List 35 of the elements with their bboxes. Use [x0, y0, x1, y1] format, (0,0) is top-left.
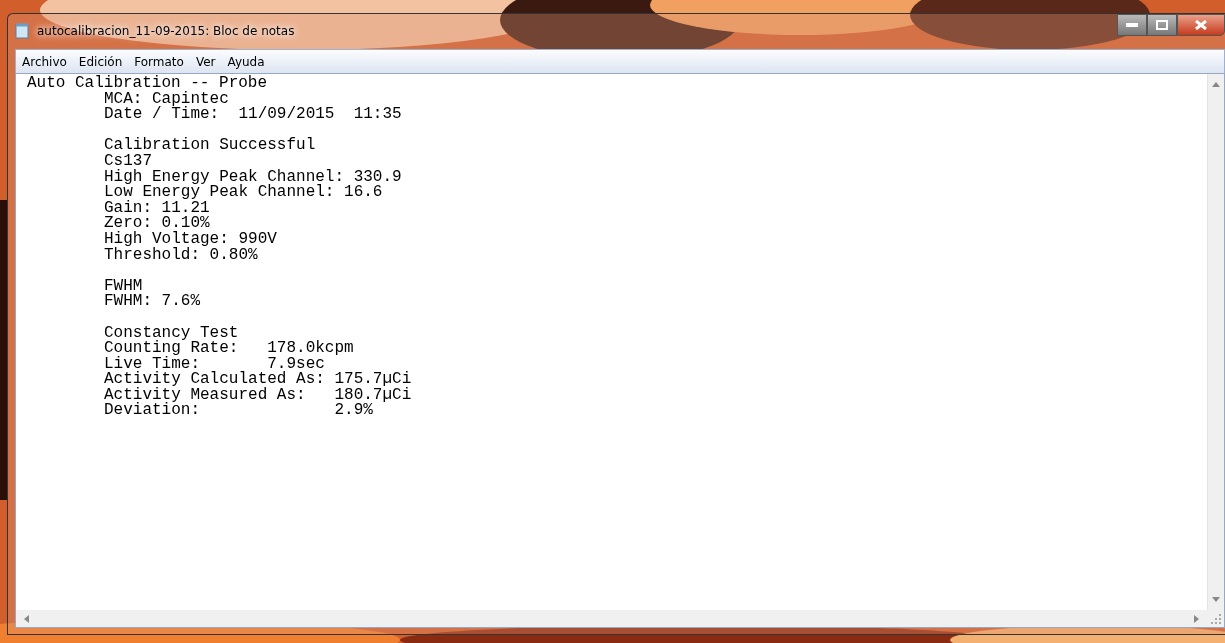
minimize-button[interactable]: [1117, 14, 1147, 36]
menu-item[interactable]: Ayuda: [221, 52, 271, 71]
minimize-icon: [1126, 23, 1138, 27]
text-line: Counting Rate: 178.0kcpm: [104, 341, 355, 357]
scroll-up-icon[interactable]: [1212, 82, 1220, 87]
close-button[interactable]: [1177, 14, 1225, 36]
text-line: FWHM: [104, 278, 143, 295]
text-line: Constancy Test: [104, 325, 240, 342]
text-line: Deviation: 2.9%: [104, 403, 373, 420]
text-line: Zero: 0.10%: [104, 216, 210, 232]
resize-grip-icon[interactable]: [1210, 613, 1221, 624]
text-line: Low Energy Peak Channel: 16.6: [104, 185, 384, 201]
menu-item[interactable]: Edición: [72, 52, 129, 71]
text-line: Activity Calculated As: 175.7µCi: [104, 372, 413, 388]
menu-item[interactable]: Ver: [189, 52, 222, 71]
vertical-scrollbar[interactable]: [1207, 74, 1224, 610]
text-line: Threshold: 0.80%: [104, 247, 259, 264]
menu-item[interactable]: Formato: [128, 52, 190, 71]
text-line: MCA: Capintec: [104, 91, 230, 108]
scroll-left-icon[interactable]: [24, 614, 29, 623]
text-line: Cs137: [104, 153, 153, 170]
horizontal-scrollbar[interactable]: [16, 610, 1207, 627]
text-line: Auto Calibration -- Probe: [27, 76, 269, 92]
text-line: Gain: 11.21: [104, 200, 211, 217]
close-icon: [1195, 20, 1207, 30]
menu-item[interactable]: Archivo: [16, 52, 73, 71]
notepad-icon: [15, 23, 29, 39]
maximize-button[interactable]: [1147, 14, 1177, 36]
window-title: autocalibracion_11-09-2015: Bloc de notas: [37, 23, 295, 40]
text-line: Date / Time: 11/09/2015 11:35: [104, 107, 403, 123]
scroll-right-icon[interactable]: [1194, 614, 1199, 623]
scroll-down-icon[interactable]: [1212, 597, 1220, 602]
text-line: FWHM: 7.6%: [104, 294, 201, 310]
text-line: Calibration Successful: [104, 138, 317, 154]
maximize-icon: [1156, 20, 1168, 30]
